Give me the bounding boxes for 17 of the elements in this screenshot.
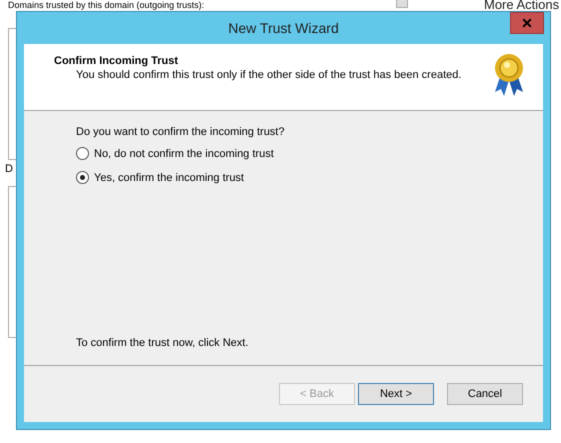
cancel-button[interactable]: Cancel xyxy=(447,383,523,405)
list-label: Domains trusted by this domain (outgoing trusts): xyxy=(8,0,204,10)
page-title: Confirm Incoming Trust xyxy=(54,55,180,67)
option-label: No, do not confirm the incoming trust xyxy=(94,148,274,160)
radio-option[interactable]: No, do not confirm the incoming trust xyxy=(76,147,274,160)
close-button[interactable]: × xyxy=(510,12,544,34)
page-subtitle: You should confirm this trust only if the other side of the trust has been created. xyxy=(75,69,462,81)
question-text: Do you want to confirm the incoming trust? xyxy=(76,126,284,138)
hint-text: To confirm the trust now, click Next. xyxy=(76,337,248,349)
scrollbar xyxy=(396,0,408,8)
next-button[interactable]: Next > xyxy=(358,383,434,405)
window-title: New Trust Wizard xyxy=(228,20,339,36)
option-label: Yes, confirm the incoming trust xyxy=(94,172,244,184)
radio-option[interactable]: Yes, confirm the incoming trust xyxy=(76,171,244,184)
list-label: D xyxy=(5,163,13,175)
radio-button[interactable] xyxy=(76,147,89,160)
radio-button[interactable] xyxy=(76,171,89,184)
